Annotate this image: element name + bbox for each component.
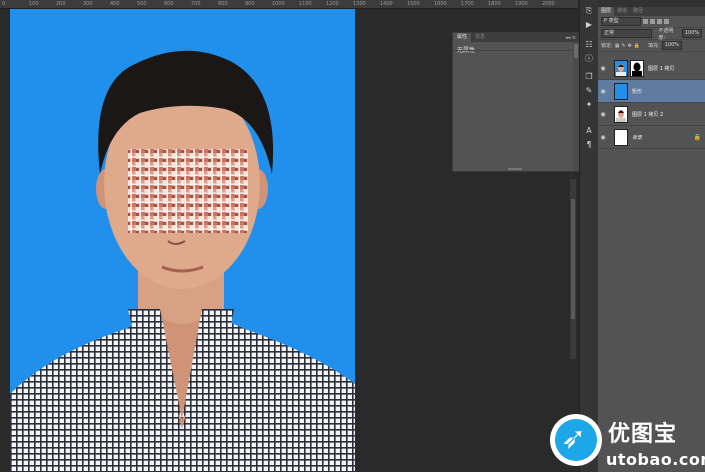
- shape-filter-icon[interactable]: [664, 19, 669, 24]
- image-filter-icon[interactable]: [643, 19, 648, 24]
- ruler-tick-label: 300: [83, 1, 93, 7]
- ruler-tick-label: 0: [2, 1, 6, 7]
- mosaic-censor-rect[interactable]: [128, 149, 248, 233]
- history-icon[interactable]: ⎘: [583, 6, 595, 16]
- fill-input[interactable]: 100%: [661, 41, 683, 50]
- lock-pixels-icon[interactable]: ✎: [621, 43, 625, 49]
- watermark-logo: ➶ 优图宝 utobao.com: [548, 410, 705, 472]
- tool-presets-icon[interactable]: ✦: [583, 100, 595, 110]
- properties-icon[interactable]: ☷: [583, 40, 595, 50]
- ruler-tick-label: 400: [110, 1, 120, 7]
- layer-thumbnail: [614, 128, 628, 146]
- ruler-tick-label: 500: [137, 1, 147, 7]
- id-photo-image: [10, 9, 355, 472]
- visibility-eye-icon[interactable]: ◉: [598, 88, 608, 95]
- layer-name[interactable]: 背景: [632, 134, 642, 141]
- clone-source-icon[interactable]: ❐: [583, 72, 595, 82]
- blend-mode-select[interactable]: 正常: [601, 29, 653, 38]
- fill-label: 填充:: [648, 43, 660, 49]
- portrait-graphic: [10, 50, 355, 472]
- ruler-tick-label: 1400: [380, 1, 393, 7]
- layer-thumbnail: [614, 105, 628, 123]
- character-icon[interactable]: A: [583, 126, 595, 136]
- canvas-vertical-scrollbar[interactable]: [570, 179, 576, 359]
- horizontal-ruler: 0 100 200 300 400 500 600 700 800 900 1000 1100 1200…: [0, 0, 578, 9]
- kind-filter-select[interactable]: P 类型: [601, 17, 641, 26]
- watermark-domain-text: utobao.com: [606, 450, 705, 469]
- lock-all-icon[interactable]: 🔒: [634, 43, 640, 49]
- lock-position-icon[interactable]: ✥: [628, 43, 632, 49]
- lock-icon: 🔒: [693, 133, 701, 141]
- lock-row: 锁定: ▦ ✎ ✥ 🔒 填充: 100%: [598, 40, 705, 52]
- layer-name[interactable]: 矩形: [632, 88, 642, 95]
- lock-transparency-icon[interactable]: ▦: [615, 43, 620, 49]
- tab-info[interactable]: 信息: [471, 33, 489, 42]
- ruler-tick-label: 1800: [488, 1, 501, 7]
- info-icon[interactable]: ⓘ: [583, 54, 595, 64]
- watermark-chinese-text: 优图宝: [608, 422, 678, 447]
- layer-name[interactable]: 图层 1 拷贝: [648, 65, 674, 72]
- layer-mask-thumbnail[interactable]: [630, 59, 644, 77]
- layers-panel: 图层 通道 路径 P 类型 正常 不透明度: 100% 锁定: ▦ ✎ ✥ 🔒 …: [598, 0, 705, 472]
- brush-presets-icon[interactable]: ✎: [583, 86, 595, 96]
- layer-name[interactable]: 图层 1 拷贝 2: [632, 111, 663, 118]
- ruler-tick-label: 600: [164, 1, 174, 7]
- ruler-tick-label: 1500: [407, 1, 420, 7]
- ruler-tick-label: 1100: [299, 1, 312, 7]
- blend-row: 正常 不透明度: 100%: [598, 27, 705, 41]
- adjustment-filter-icon[interactable]: [650, 19, 655, 24]
- layer-row[interactable]: ◉ 图层 1 拷贝 2: [598, 103, 705, 126]
- tab-layers[interactable]: 图层: [598, 7, 615, 16]
- ruler-tick-label: 1200: [326, 1, 339, 7]
- layer-row[interactable]: ◉ 矩形: [598, 80, 705, 103]
- visibility-eye-icon[interactable]: ◉: [598, 111, 608, 118]
- opacity-input[interactable]: 100%: [681, 29, 702, 38]
- resize-grip[interactable]: [508, 168, 522, 170]
- layer-row[interactable]: ◉ 背景 🔒: [598, 126, 705, 149]
- ruler-tick-label: 1000: [272, 1, 285, 7]
- ruler-tick-label: 200: [56, 1, 66, 7]
- type-filter-icon[interactable]: [657, 19, 662, 24]
- ruler-tick-label: 900: [245, 1, 255, 7]
- ruler-tick-label: 2000: [542, 1, 555, 7]
- properties-panel: 属性 信息 ◂◂ ≡ 无属性: [452, 32, 580, 172]
- tab-properties[interactable]: 属性: [453, 33, 472, 42]
- layer-filter-row: P 类型: [598, 16, 705, 28]
- ruler-tick-label: 1600: [434, 1, 447, 7]
- panel-header: [598, 0, 705, 7]
- ruler-tick-label: 1700: [461, 1, 474, 7]
- visibility-eye-icon[interactable]: ◉: [598, 134, 608, 141]
- lock-label: 锁定:: [601, 43, 613, 49]
- layer-thumbnail: [614, 82, 628, 100]
- paragraph-icon[interactable]: ¶: [583, 140, 595, 150]
- panel-menu-icon[interactable]: ◂◂ ≡: [565, 35, 576, 41]
- tab-channels[interactable]: 通道: [614, 7, 630, 16]
- divider: [453, 50, 579, 51]
- ruler-tick-label: 800: [218, 1, 228, 7]
- bird-icon: ➶: [561, 421, 587, 456]
- visibility-eye-icon[interactable]: ◉: [598, 65, 608, 72]
- ruler-tick-label: 700: [191, 1, 201, 7]
- opacity-label: 不透明度:: [658, 27, 674, 41]
- actions-icon[interactable]: ▶: [583, 20, 595, 30]
- ruler-tick-label: 100: [29, 1, 39, 7]
- ruler-tick-label: 1300: [353, 1, 366, 7]
- ruler-tick-label: 1900: [515, 1, 528, 7]
- layer-thumbnail: [614, 59, 628, 77]
- layer-row[interactable]: ◉ 图层 1 拷贝: [598, 57, 705, 80]
- panel-icon-strip: ⎘ ▶ ☷ ⓘ ❐ ✎ ✦ A ¶: [579, 0, 599, 472]
- tab-paths[interactable]: 路径: [630, 7, 646, 16]
